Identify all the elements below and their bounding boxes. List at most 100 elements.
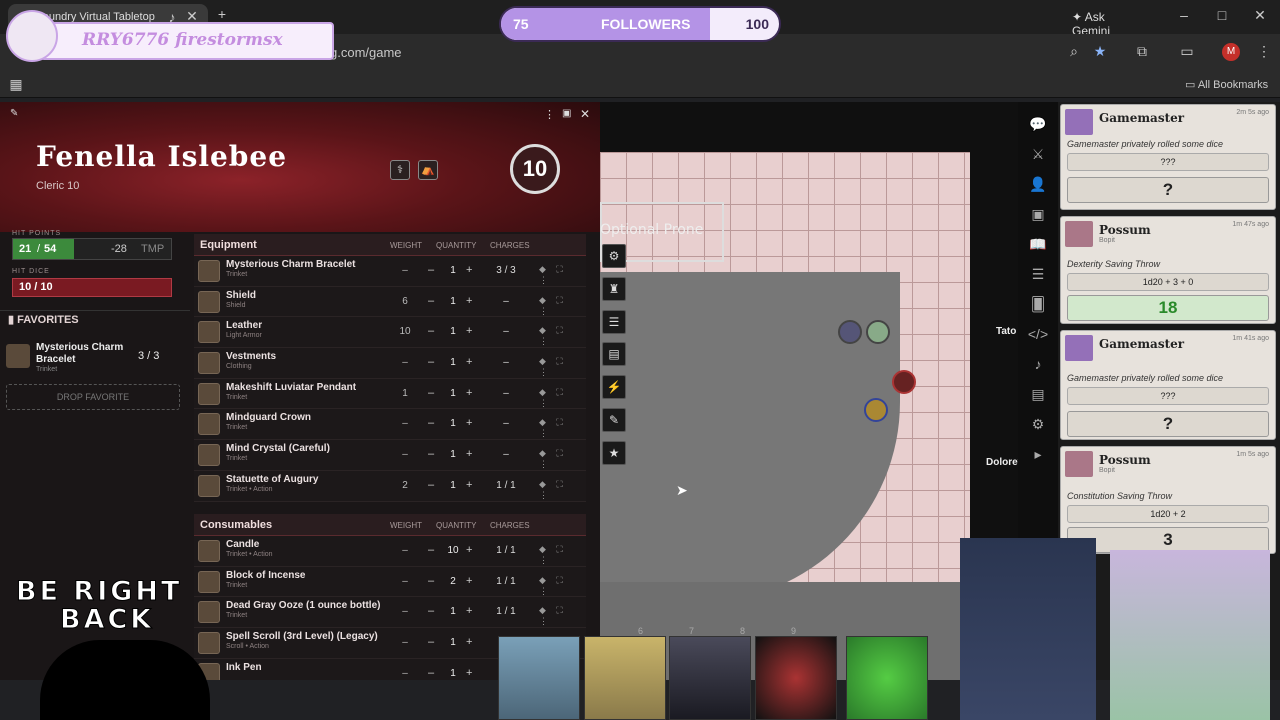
- map-token[interactable]: [866, 320, 890, 344]
- roll-total[interactable]: 18: [1067, 295, 1269, 321]
- journal-tab-icon[interactable]: 📖: [1026, 232, 1050, 256]
- item-quantity[interactable]: 1: [444, 449, 462, 460]
- star-tool-icon[interactable]: ★: [602, 441, 626, 465]
- decrease-quantity-button[interactable]: –: [428, 264, 434, 276]
- tables-tab-icon[interactable]: ☰: [1026, 262, 1050, 286]
- decrease-quantity-button[interactable]: –: [428, 295, 434, 307]
- item-controls[interactable]: ◆ ⛶ ⋮: [539, 356, 586, 378]
- item-row[interactable]: Dead Gray Ooze (1 ounce bottle) Trinket – –…: [194, 597, 586, 629]
- item-controls[interactable]: ◆ ⛶ ⋮: [539, 448, 586, 470]
- item-controls[interactable]: ◆ ⛶ ⋮: [539, 417, 586, 439]
- item-quantity[interactable]: 1: [444, 480, 462, 491]
- map-token[interactable]: [864, 398, 888, 422]
- item-quantity[interactable]: 10: [444, 545, 462, 556]
- all-bookmarks-folder[interactable]: ▭ All Bookmarks: [1185, 78, 1268, 91]
- map-token[interactable]: [838, 320, 862, 344]
- increase-quantity-button[interactable]: +: [466, 295, 472, 307]
- item-quantity[interactable]: 1: [444, 357, 462, 368]
- rest-long-icon[interactable]: ⛺: [418, 160, 438, 180]
- profile-avatar[interactable]: M: [1222, 43, 1240, 61]
- item-row[interactable]: Makeshift Luviatar Pendant Trinket 1–1 + – ◆ …: [194, 379, 586, 410]
- item-quantity[interactable]: 1: [444, 606, 462, 617]
- increase-quantity-button[interactable]: +: [466, 448, 472, 460]
- drop-favorite-zone[interactable]: DROP FAVORITE: [6, 384, 180, 410]
- item-quantity[interactable]: 1: [444, 265, 462, 276]
- item-controls[interactable]: ◆ ⛶ ⋮: [539, 605, 586, 627]
- settings-tab-icon[interactable]: ⚙: [1026, 412, 1050, 436]
- minimize-icon[interactable]: –: [1172, 7, 1196, 23]
- roll-total[interactable]: ?: [1067, 177, 1269, 203]
- increase-quantity-button[interactable]: +: [466, 387, 472, 399]
- item-quantity[interactable]: 1: [444, 388, 462, 399]
- playlists-tab-icon[interactable]: ♪: [1026, 352, 1050, 376]
- settings-tool-icon[interactable]: ⚙: [602, 244, 626, 268]
- lightning-tool-icon[interactable]: ⚡: [602, 375, 626, 399]
- sheet-token-icon[interactable]: ▣: [562, 108, 571, 119]
- list-tool-icon[interactable]: ☰: [602, 310, 626, 334]
- increase-quantity-button[interactable]: +: [466, 356, 472, 368]
- item-controls[interactable]: ◆ ⛶ ⋮: [539, 264, 586, 286]
- draw-tool-icon[interactable]: ✎: [602, 408, 626, 432]
- url-field[interactable]: g.com/game: [330, 45, 402, 60]
- close-window-icon[interactable]: ✕: [1248, 7, 1272, 24]
- item-controls[interactable]: ◆ ⛶ ⋮: [539, 295, 586, 317]
- combat-tab-icon[interactable]: ⚔: [1026, 142, 1050, 166]
- sheet-mode-icon[interactable]: ✎: [10, 108, 18, 119]
- notes-tool-icon[interactable]: ▤: [602, 342, 626, 366]
- item-controls[interactable]: ◆ ⛶ ⋮: [539, 575, 586, 597]
- item-row[interactable]: Mindguard Crown Trinket – –1 + – ◆ ⛶ ⋮: [194, 409, 586, 441]
- roll-formula[interactable]: ???: [1067, 387, 1269, 405]
- decrease-quantity-button[interactable]: –: [428, 479, 434, 491]
- items-tab-icon[interactable]: ▣: [1026, 202, 1050, 226]
- item-quantity[interactable]: 1: [444, 668, 462, 679]
- item-row[interactable]: Mysterious Charm Bracelet Trinket – –1 +3 / …: [194, 256, 586, 287]
- increase-quantity-button[interactable]: +: [466, 636, 472, 648]
- ask-gemini-button[interactable]: ✦ Ask Gemini: [1064, 7, 1148, 38]
- zoom-icon[interactable]: ⌕: [1062, 43, 1086, 60]
- cards-tab-icon[interactable]: 🂠: [1026, 292, 1050, 316]
- item-row[interactable]: Block of Incense Trinket – –2 +1 / 1 ◆ ⛶ ⋮: [194, 567, 586, 598]
- apps-grid-icon[interactable]: ▦: [4, 76, 28, 93]
- item-quantity[interactable]: 1: [444, 637, 462, 648]
- item-quantity[interactable]: 1: [444, 326, 462, 337]
- chat-tab-icon[interactable]: 💬: [1026, 112, 1050, 136]
- roll-formula[interactable]: ???: [1067, 153, 1269, 171]
- macros-tab-icon[interactable]: </>: [1026, 322, 1050, 346]
- extensions-icon[interactable]: ⧉: [1130, 43, 1154, 60]
- decrease-quantity-button[interactable]: –: [428, 636, 434, 648]
- increase-quantity-button[interactable]: +: [466, 479, 472, 491]
- item-controls[interactable]: ◆ ⛶ ⋮: [539, 479, 586, 501]
- item-controls[interactable]: ◆ ⛶ ⋮: [539, 325, 586, 347]
- bookmark-star-icon[interactable]: ★: [1088, 43, 1112, 60]
- new-tab-icon[interactable]: +: [210, 6, 234, 22]
- item-row[interactable]: Mind Crystal (Careful) Trinket – –1 + – ◆ ⛶ ⋮: [194, 440, 586, 471]
- hp-bar[interactable]: 21 / 54 -28 TMP: [12, 238, 172, 260]
- item-quantity[interactable]: 1: [444, 296, 462, 307]
- decrease-quantity-button[interactable]: –: [428, 325, 434, 337]
- favorite-item[interactable]: Mysterious Charm Bracelet Trinket 3 / 3: [6, 342, 186, 376]
- item-controls[interactable]: ◆ ⛶ ⋮: [539, 387, 586, 409]
- item-row[interactable]: Statuette of Augury Trinket • Action 2 –1 +1…: [194, 471, 586, 502]
- decrease-quantity-button[interactable]: –: [428, 575, 434, 587]
- map-token[interactable]: [892, 370, 916, 394]
- sheet-menu-icon[interactable]: ⋮: [544, 108, 555, 121]
- roll-formula[interactable]: 1d20 + 2: [1067, 505, 1269, 523]
- increase-quantity-button[interactable]: +: [466, 325, 472, 337]
- roll-total[interactable]: ?: [1067, 411, 1269, 437]
- item-quantity[interactable]: 1: [444, 418, 462, 429]
- decrease-quantity-button[interactable]: –: [428, 356, 434, 368]
- increase-quantity-button[interactable]: +: [466, 417, 472, 429]
- item-row[interactable]: Vestments Clothing – –1 + – ◆ ⛶ ⋮: [194, 348, 586, 379]
- item-row[interactable]: Leather Light Armor 10–1 + – ◆ ⛶ ⋮: [194, 317, 586, 349]
- increase-quantity-button[interactable]: +: [466, 605, 472, 617]
- decrease-quantity-button[interactable]: –: [428, 544, 434, 556]
- item-row[interactable]: Candle Trinket • Action – –10 +1 / 1 ◆ ⛶ ⋮: [194, 536, 586, 567]
- item-row[interactable]: Shield Shield 6–1 + – ◆ ⛶ ⋮: [194, 287, 586, 318]
- sheet-close-icon[interactable]: ✕: [580, 107, 590, 121]
- item-quantity[interactable]: 2: [444, 576, 462, 587]
- hit-dice-bar[interactable]: 10 / 10: [12, 278, 172, 297]
- token-tool-icon[interactable]: ♜: [602, 277, 626, 301]
- collapse-icon[interactable]: ▸: [1026, 442, 1050, 466]
- compendium-tab-icon[interactable]: ▤: [1026, 382, 1050, 406]
- menu-icon[interactable]: ⋮: [1252, 43, 1276, 60]
